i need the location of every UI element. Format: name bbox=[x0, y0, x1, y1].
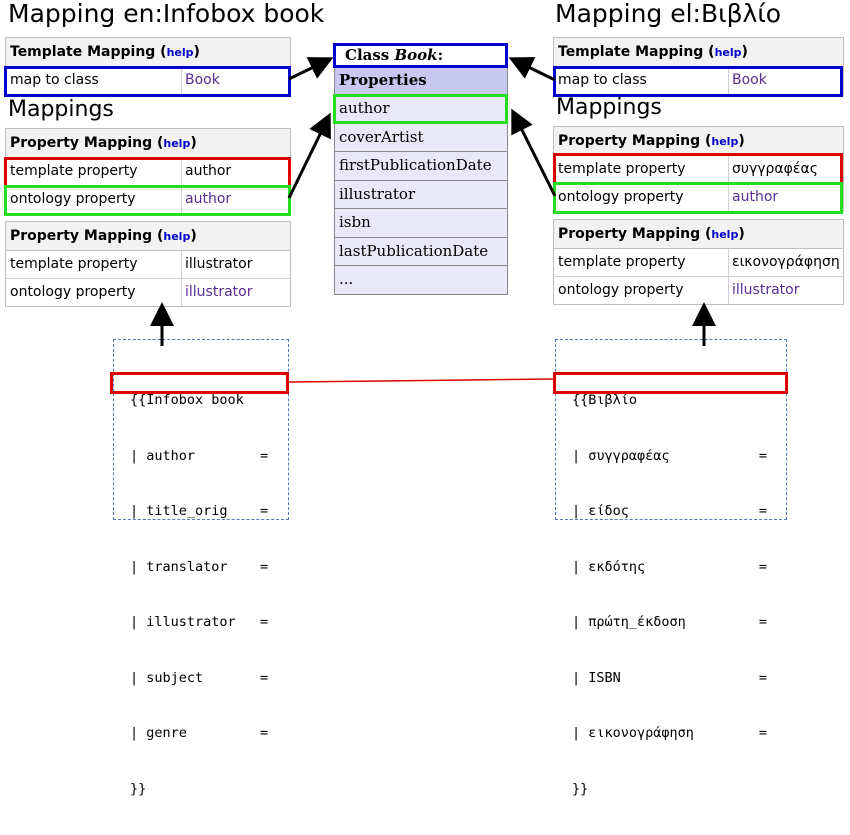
infobox-line: | εκδότης = bbox=[572, 558, 768, 575]
arrow-right-class bbox=[508, 57, 556, 82]
infobox-line: | illustrator = bbox=[130, 614, 269, 630]
arrow-right-author bbox=[511, 108, 557, 197]
arrow-left-class bbox=[288, 57, 334, 81]
author-link-line bbox=[288, 378, 554, 383]
infobox-line: | subject = bbox=[130, 669, 269, 686]
infobox-line: }} bbox=[572, 780, 589, 797]
arrow-left-author bbox=[287, 112, 331, 199]
infobox-line: | translator = bbox=[130, 558, 269, 575]
infobox-line: | πρώτη_έκδοση = bbox=[572, 614, 768, 630]
infobox-line: | ISBN = bbox=[572, 669, 768, 686]
infobox-line: | genre = bbox=[130, 725, 269, 741]
infobox-line: | εικονογράφηση = bbox=[572, 725, 768, 741]
connector-arrows bbox=[150, 57, 716, 383]
infobox-line: }} bbox=[130, 780, 147, 797]
